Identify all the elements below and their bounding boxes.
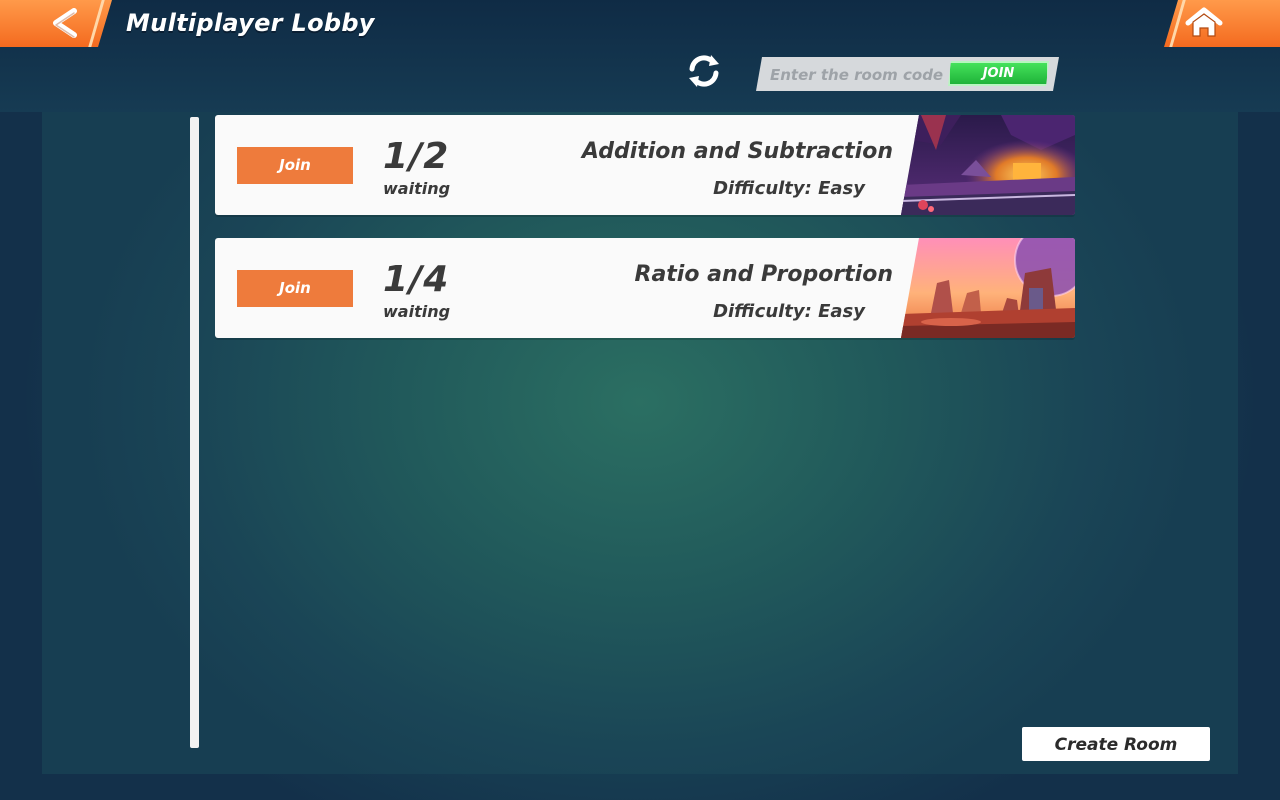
create-room-button[interactable]: Create Room (1022, 727, 1210, 761)
room-status: waiting (383, 179, 451, 198)
back-button[interactable] (0, 0, 112, 47)
room-name: Ratio and Proportion (634, 262, 894, 287)
room-card[interactable]: Join 1/4 waiting Ratio and Proportion Di… (215, 238, 1075, 338)
room-status: waiting (383, 302, 451, 321)
room-player-count: 1/4 (383, 259, 450, 300)
join-code-button[interactable]: JOIN (948, 61, 1049, 86)
room-thumbnail-cave (901, 115, 1075, 215)
room-code-input[interactable] (768, 62, 948, 88)
room-thumbnail-desert (901, 238, 1075, 338)
refresh-icon (684, 55, 724, 95)
room-name: Addition and Subtraction (581, 139, 893, 164)
room-list-scrollbar[interactable] (190, 117, 199, 748)
room-difficulty: Difficulty: Easy (713, 178, 865, 199)
page-title: Multiplayer Lobby (126, 9, 375, 37)
room-join-button[interactable]: Join (237, 270, 353, 307)
room-code-box: JOIN (756, 57, 1059, 91)
refresh-button[interactable] (684, 51, 724, 91)
room-player-count: 1/2 (383, 136, 450, 177)
room-join-button[interactable]: Join (237, 147, 353, 184)
room-difficulty: Difficulty: Easy (713, 301, 865, 322)
room-card[interactable]: Join 1/2 waiting Addition and Subtractio… (215, 115, 1075, 215)
home-button[interactable] (1164, 0, 1280, 47)
